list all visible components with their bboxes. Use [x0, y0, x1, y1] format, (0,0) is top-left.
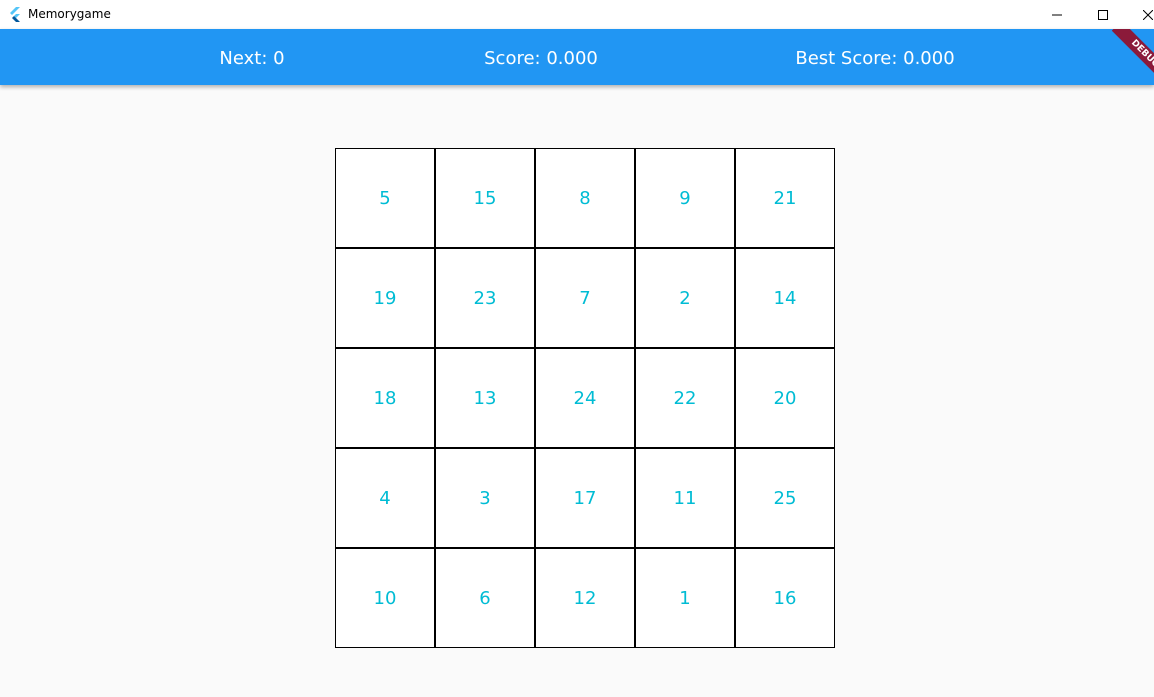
board-cell[interactable]: 15: [435, 148, 535, 248]
next-label: Next: 0: [219, 48, 285, 69]
board-cell[interactable]: 23: [435, 248, 535, 348]
score-label: Score: 0.000: [484, 48, 598, 69]
window-titlebar: Memorygame: [0, 0, 1154, 29]
game-board: 5 15 8 9 21 19 23 7 2 14 18 13 24 22 20 …: [335, 148, 835, 648]
board-cell[interactable]: 10: [335, 548, 435, 648]
board-cell[interactable]: 21: [735, 148, 835, 248]
board-cell[interactable]: 2: [635, 248, 735, 348]
flutter-logo-icon: [7, 6, 23, 22]
board-cell[interactable]: 24: [535, 348, 635, 448]
board-cell[interactable]: 22: [635, 348, 735, 448]
maximize-icon: [1098, 9, 1108, 20]
maximize-button[interactable]: [1080, 0, 1126, 29]
minimize-button[interactable]: [1034, 0, 1080, 29]
window-title: Memorygame: [28, 7, 111, 21]
best-score-label: Best Score: 0.000: [795, 48, 955, 69]
close-button[interactable]: [1125, 0, 1154, 29]
board-cell[interactable]: 11: [635, 448, 735, 548]
board-cell[interactable]: 18: [335, 348, 435, 448]
close-icon: [1143, 9, 1153, 20]
board-cell[interactable]: 9: [635, 148, 735, 248]
board-cell[interactable]: 25: [735, 448, 835, 548]
board-cell[interactable]: 7: [535, 248, 635, 348]
app-bar: Next: 0 Score: 0.000 Best Score: 0.000 D…: [0, 29, 1154, 85]
board-cell[interactable]: 6: [435, 548, 535, 648]
board-cell[interactable]: 13: [435, 348, 535, 448]
board-cell[interactable]: 19: [335, 248, 435, 348]
board-cell[interactable]: 14: [735, 248, 835, 348]
board-cell[interactable]: 8: [535, 148, 635, 248]
board-cell[interactable]: 16: [735, 548, 835, 648]
board-cell[interactable]: 1: [635, 548, 735, 648]
board-cell[interactable]: 17: [535, 448, 635, 548]
debug-banner: DEBUG: [1111, 29, 1154, 85]
board-cell[interactable]: 12: [535, 548, 635, 648]
board-cell[interactable]: 4: [335, 448, 435, 548]
board-cell[interactable]: 20: [735, 348, 835, 448]
board-cell[interactable]: 5: [335, 148, 435, 248]
minimize-icon: [1052, 14, 1062, 15]
board-cell[interactable]: 3: [435, 448, 535, 548]
